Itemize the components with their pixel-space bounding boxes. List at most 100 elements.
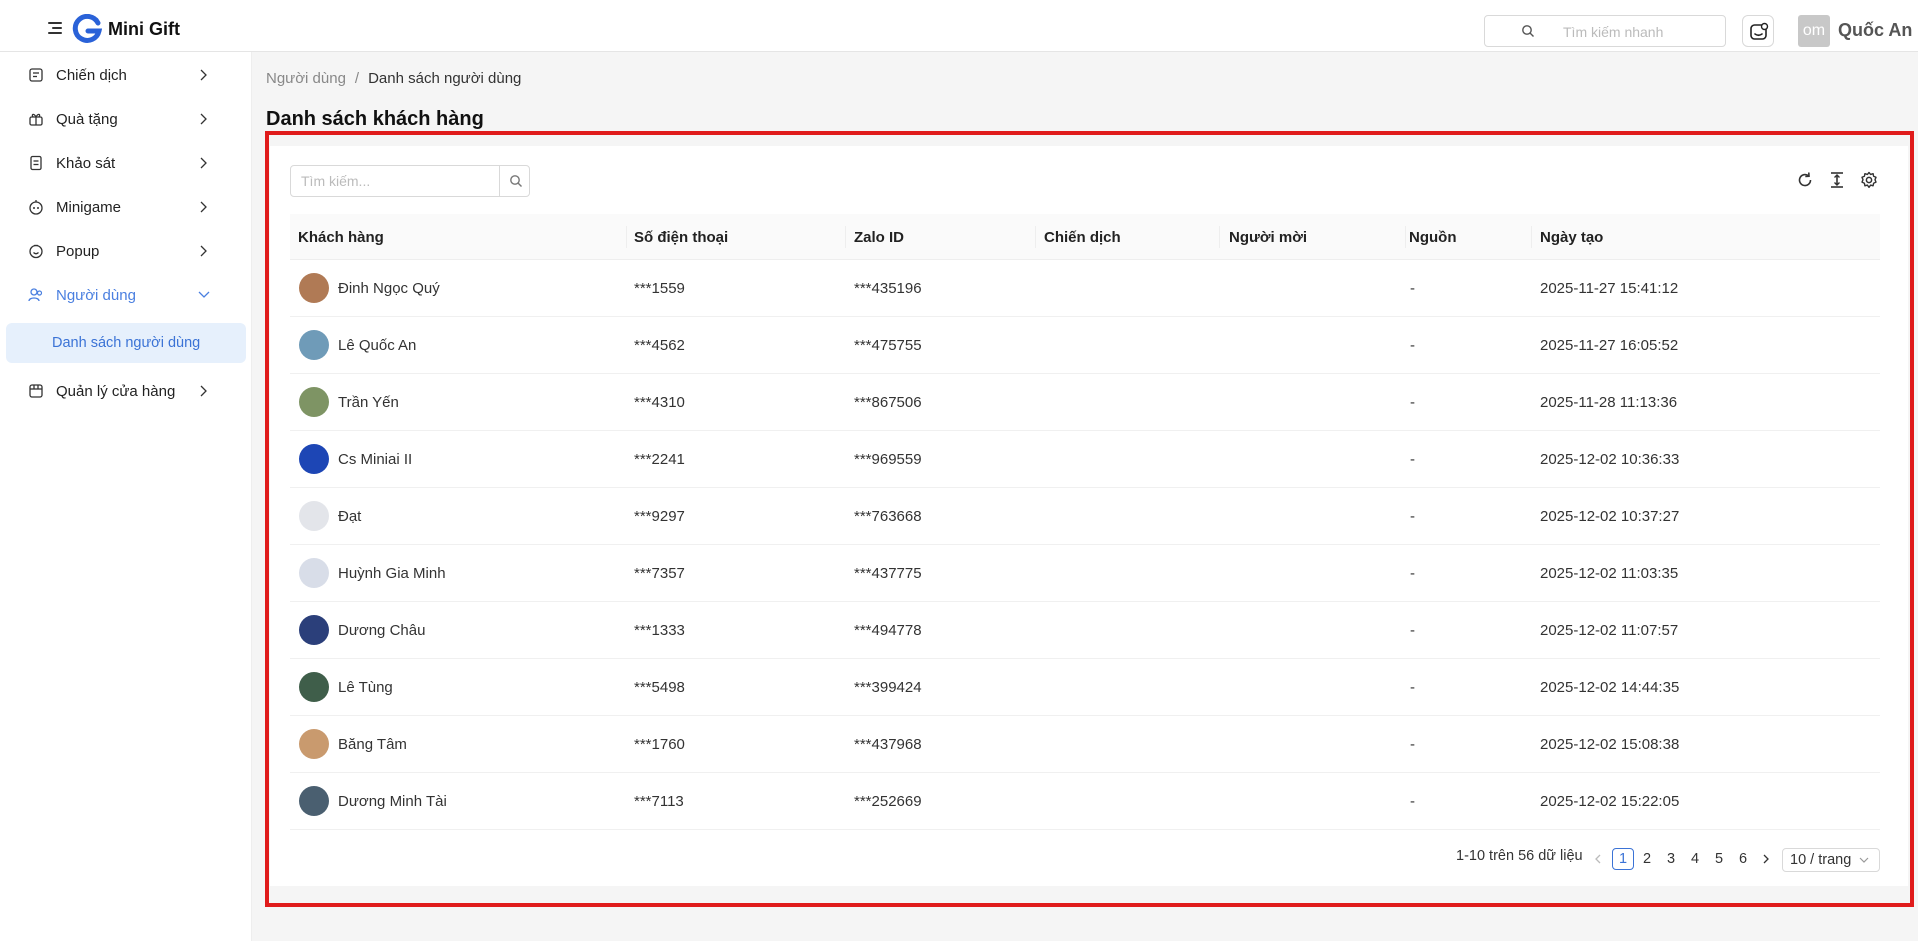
column-header-customer[interactable]: Khách hàng	[298, 229, 384, 246]
source-cell: -	[1410, 622, 1415, 639]
page-button-5[interactable]: 5	[1708, 848, 1730, 870]
sidebar-item-label: Quà tặng	[56, 111, 118, 128]
chevron-down-icon	[198, 291, 210, 298]
created-date-cell: 2025-12-02 10:36:33	[1540, 451, 1680, 468]
zalo-id-cell: ***399424	[854, 679, 922, 696]
table-row[interactable]: Cs Miniai II ***2241 ***969559 - 2025-12…	[290, 431, 1880, 488]
reload-icon	[1798, 172, 1812, 187]
sidebar-item-label: Quản lý cửa hàng	[56, 383, 176, 400]
zalo-id-cell: ***437968	[854, 736, 922, 753]
column-header-source[interactable]: Nguồn	[1409, 229, 1456, 246]
page-button-6[interactable]: 6	[1732, 848, 1754, 870]
sidebar-item-label: Chiến dịch	[56, 67, 127, 84]
page-button-1[interactable]: 1	[1612, 848, 1634, 870]
column-header-phone[interactable]: Số điện thoại	[634, 229, 728, 246]
popup-icon	[29, 244, 43, 259]
reload-button[interactable]	[1795, 170, 1815, 190]
sidebar-item-campaigns[interactable]: Chiến dịch	[0, 53, 252, 97]
sidebar-item-label: Popup	[56, 243, 100, 260]
sidebar-item-surveys[interactable]: Khảo sát	[0, 141, 252, 185]
created-date-cell: 2025-12-02 11:07:57	[1540, 622, 1679, 639]
sidebar-subitem-user-list[interactable]: Danh sách người dùng	[6, 323, 246, 363]
page-title: Danh sách khách hàng	[266, 108, 484, 130]
table-row[interactable]: Huỳnh Gia Minh ***7357 ***437775 - 2025-…	[290, 545, 1880, 602]
created-date-cell: 2025-12-02 11:03:35	[1540, 565, 1679, 582]
prev-page-icon[interactable]	[1594, 854, 1602, 864]
next-page-icon[interactable]	[1762, 854, 1770, 864]
source-cell: -	[1410, 679, 1415, 696]
created-date-cell: 2025-12-02 15:22:05	[1540, 793, 1680, 810]
table-search-button[interactable]	[499, 166, 530, 196]
menu-toggle-icon[interactable]	[48, 22, 62, 34]
quick-search-placeholder: Tìm kiếm nhanh	[1563, 24, 1664, 40]
chevron-down-icon	[1859, 857, 1869, 863]
zalo-id-cell: ***252669	[854, 793, 922, 810]
page-button-3[interactable]: 3	[1660, 848, 1682, 870]
table-row[interactable]: Lê Tùng ***5498 ***399424 - 2025-12-02 1…	[290, 659, 1880, 716]
gift-icon	[29, 113, 43, 126]
table-row[interactable]: Dương Châu ***1333 ***494778 - 2025-12-0…	[290, 602, 1880, 659]
sidebar-item-users[interactable]: Người dùng	[0, 273, 252, 317]
page-button-2[interactable]: 2	[1636, 848, 1658, 870]
customer-avatar	[299, 387, 329, 417]
column-header-zalo-id[interactable]: Zalo ID	[854, 229, 904, 246]
source-cell: -	[1410, 736, 1415, 753]
created-date-cell: 2025-11-28 11:13:36	[1540, 394, 1678, 411]
column-header-inviter[interactable]: Người mời	[1229, 229, 1307, 246]
source-cell: -	[1410, 337, 1415, 354]
phone-cell: ***4310	[634, 394, 685, 411]
sidebar-item-gifts[interactable]: Quà tặng	[0, 97, 252, 141]
sidebar-item-store-management[interactable]: Quản lý cửa hàng	[0, 369, 252, 413]
column-header-campaign[interactable]: Chiến dịch	[1044, 229, 1121, 246]
zalo-id-cell: ***437775	[854, 565, 922, 582]
page-button-4[interactable]: 4	[1684, 848, 1706, 870]
chevron-right-icon	[200, 113, 207, 125]
customer-avatar	[299, 558, 329, 588]
phone-cell: ***2241	[634, 451, 685, 468]
breadcrumb-parent[interactable]: Người dùng	[266, 70, 346, 87]
customer-name: Trần Yến	[338, 394, 399, 411]
search-icon	[510, 175, 522, 187]
table-row[interactable]: Đạt ***9297 ***763668 - 2025-12-02 10:37…	[290, 488, 1880, 545]
customer-avatar	[299, 273, 329, 303]
user-name[interactable]: Quốc An	[1838, 20, 1912, 41]
column-height-button[interactable]	[1827, 170, 1847, 190]
customer-name: Đinh Ngọc Quý	[338, 280, 440, 297]
breadcrumb-separator: /	[354, 70, 360, 87]
sidebar-item-minigame[interactable]: Minigame	[0, 185, 252, 229]
notification-button[interactable]	[1742, 15, 1774, 47]
user-avatar[interactable]: om	[1798, 15, 1830, 47]
chevron-right-icon	[200, 245, 207, 257]
created-date-cell: 2025-11-27 15:41:12	[1540, 280, 1679, 297]
table-row[interactable]: Dương Minh Tài ***7113 ***252669 - 2025-…	[290, 773, 1880, 830]
customer-avatar	[299, 444, 329, 474]
zalo-id-cell: ***435196	[854, 280, 922, 297]
phone-cell: ***4562	[634, 337, 685, 354]
chat-bell-icon	[1750, 22, 1769, 40]
table-settings-button[interactable]	[1859, 170, 1879, 190]
phone-cell: ***9297	[634, 508, 685, 525]
customer-name: Cs Miniai II	[338, 451, 413, 468]
table-row[interactable]: Trần Yến ***4310 ***867506 - 2025-11-28 …	[290, 374, 1880, 431]
customer-name: Lê Quốc An	[338, 337, 417, 354]
customer-name: Băng Tâm	[338, 736, 407, 753]
users-icon	[28, 288, 43, 302]
table-search-input[interactable]	[291, 166, 499, 196]
page-size-select[interactable]: 10 / trang	[1782, 848, 1880, 872]
column-divider	[1405, 226, 1406, 248]
sidebar-item-popup[interactable]: Popup	[0, 229, 252, 273]
source-cell: -	[1410, 280, 1415, 297]
customer-name: Dương Minh Tài	[338, 793, 447, 810]
sidebar-item-label: Khảo sát	[56, 155, 116, 172]
column-header-created-date[interactable]: Ngày tạo	[1540, 229, 1603, 246]
table-row[interactable]: Băng Tâm ***1760 ***437968 - 2025-12-02 …	[290, 716, 1880, 773]
quick-search-input[interactable]: Tìm kiếm nhanh	[1484, 15, 1726, 47]
column-divider	[1035, 226, 1036, 248]
table-row[interactable]: Lê Quốc An ***4562 ***475755 - 2025-11-2…	[290, 317, 1880, 374]
chevron-right-icon	[200, 157, 207, 169]
source-cell: -	[1410, 394, 1415, 411]
table-row[interactable]: Đinh Ngọc Quý ***1559 ***435196 - 2025-1…	[290, 260, 1880, 317]
phone-cell: ***5498	[634, 679, 685, 696]
customer-name: Lê Tùng	[338, 679, 393, 696]
customer-avatar	[299, 330, 329, 360]
